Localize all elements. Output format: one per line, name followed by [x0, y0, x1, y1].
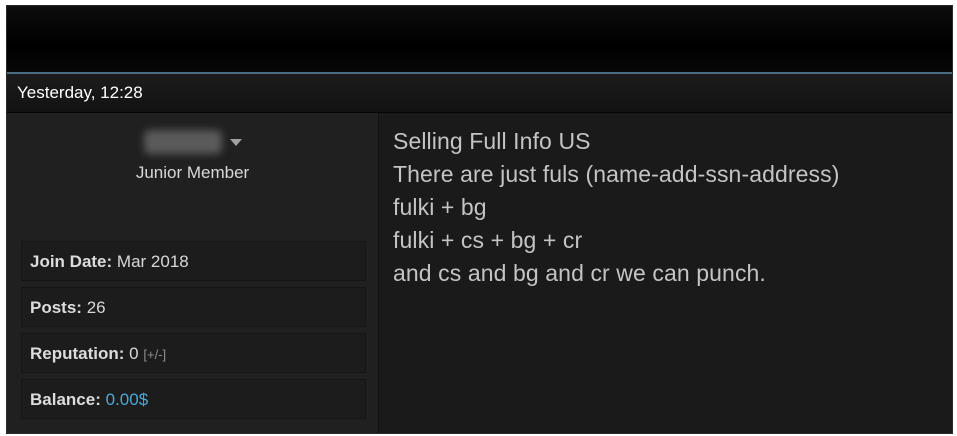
balance-label: Balance: — [30, 390, 101, 409]
user-header: Junior Member — [7, 127, 378, 183]
post-line: fulki + cs + bg + cr — [393, 227, 583, 253]
post-line: and cs and bg and cr we can punch. — [393, 260, 766, 286]
stat-balance: Balance: 0.00$ — [21, 379, 366, 419]
post-date-bar: Yesterday, 12:28 — [7, 74, 952, 113]
user-info-panel: Junior Member Join Date: Mar 2018 Posts:… — [7, 113, 379, 433]
top-header-bar — [7, 6, 952, 74]
posts-value: 26 — [86, 298, 106, 317]
post-line: There are just fuls (name-add-ssn-addres… — [393, 161, 840, 187]
join-date-value: Mar 2018 — [116, 252, 189, 271]
post-line: Selling Full Info US — [393, 128, 591, 154]
join-date-label: Join Date: — [30, 252, 113, 271]
post-content: Selling Full Info US There are just fuls… — [379, 113, 952, 433]
reputation-vote-link[interactable]: [+/-] — [143, 347, 166, 362]
user-stats: Join Date: Mar 2018 Posts: 26 Reputation… — [21, 241, 366, 425]
post-date: Yesterday, 12:28 — [17, 83, 143, 102]
forum-post-frame: Yesterday, 12:28 Junior Member Join Date… — [6, 5, 953, 434]
stat-join-date: Join Date: Mar 2018 — [21, 241, 366, 281]
user-title: Junior Member — [135, 163, 250, 182]
post-row: Junior Member Join Date: Mar 2018 Posts:… — [7, 113, 952, 433]
posts-label: Posts: — [30, 298, 82, 317]
reputation-label: Reputation: — [30, 344, 125, 363]
stat-reputation: Reputation: 0 [+/-] — [21, 333, 366, 373]
reputation-value: 0 — [129, 344, 139, 363]
balance-value: 0.00$ — [105, 390, 149, 409]
username-redacted[interactable] — [143, 130, 222, 154]
chevron-down-icon[interactable] — [229, 138, 242, 146]
post-line: fulki + bg — [393, 194, 487, 220]
username-menu[interactable] — [143, 127, 242, 157]
stat-posts: Posts: 26 — [21, 287, 366, 327]
